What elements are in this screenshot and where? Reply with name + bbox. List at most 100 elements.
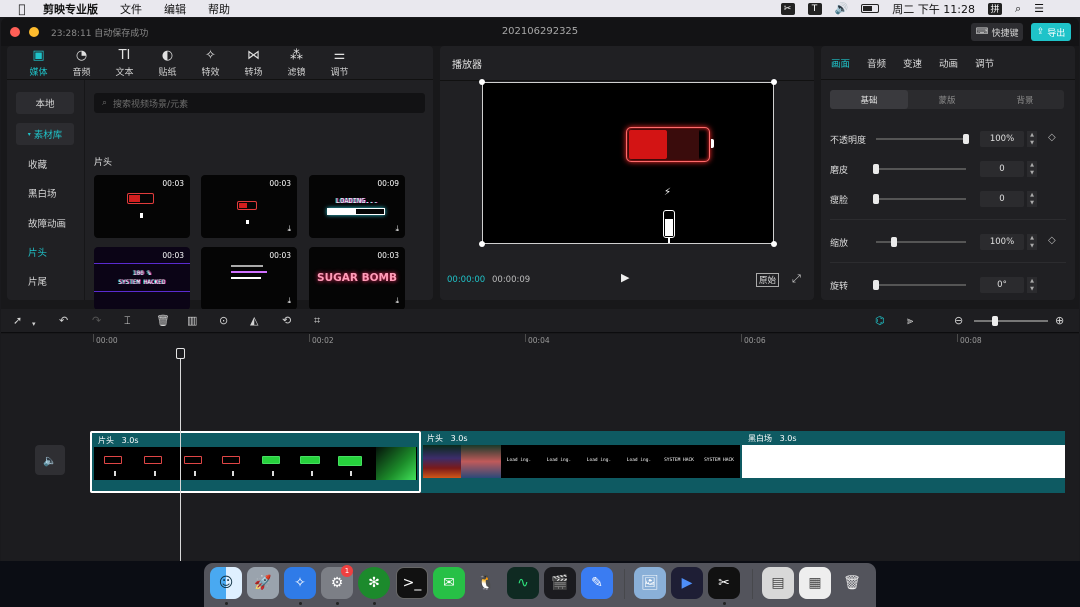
game-app-icon[interactable]: ✻	[358, 567, 390, 599]
menu-edit[interactable]: 编辑	[164, 1, 186, 17]
tab-effects[interactable]: ✧ 特效	[189, 46, 232, 80]
tab-audio[interactable]: ◔ 音频	[60, 46, 103, 80]
smooth-stepper[interactable]: ▲ ▼	[1027, 161, 1037, 177]
tab-adjust-props[interactable]: 调节	[975, 56, 994, 70]
subtab-background[interactable]: 背景	[986, 90, 1064, 109]
resize-handle[interactable]	[479, 79, 485, 85]
shortcut-button[interactable]: ⌨ 快捷键	[971, 23, 1023, 41]
download-icon[interactable]: ⤓	[395, 296, 399, 306]
scale-slider-knob[interactable]	[891, 237, 897, 247]
snap-icon[interactable]: ⌬	[875, 314, 885, 328]
tab-text[interactable]: TI 文本	[103, 46, 146, 80]
trash-icon[interactable]: 🗑	[836, 567, 868, 599]
tab-animation[interactable]: 动画	[939, 56, 958, 70]
timeline[interactable]: 00:00 00:02 00:04 00:06 00:08 🔈 片头 3.0s …	[1, 334, 1079, 561]
preview-icon[interactable]: 🖼	[634, 567, 666, 599]
reverse-icon[interactable]: ⊙	[219, 314, 228, 328]
slim-slider[interactable]	[876, 198, 966, 200]
rotate-slider[interactable]	[876, 284, 966, 286]
apple-menu-icon[interactable]: 	[13, 0, 31, 17]
play-icon[interactable]: ▶	[621, 271, 629, 284]
asset-thumbnail[interactable]: 00:03	[94, 175, 190, 238]
control-center-icon[interactable]: ☰	[1034, 2, 1044, 15]
tab-adjust[interactable]: ⚌ 调节	[318, 46, 361, 80]
opacity-slider-knob[interactable]	[963, 134, 969, 144]
zoom-slider-knob[interactable]	[992, 316, 998, 326]
menu-help[interactable]: 帮助	[208, 1, 230, 17]
launchpad-icon[interactable]: 🚀	[247, 567, 279, 599]
delete-icon[interactable]: 🗑	[156, 314, 170, 328]
sidebar-item-outro[interactable]: 片尾	[16, 270, 74, 292]
rotate-value[interactable]: 0°	[980, 277, 1024, 293]
scale-slider[interactable]	[876, 241, 966, 243]
chevron-down-icon[interactable]: ▾	[32, 317, 36, 331]
timeline-clip[interactable]: 片头 3.0s	[90, 431, 421, 493]
asset-thumbnail[interactable]: 00:03 SUGAR BOMB ⤓	[309, 247, 405, 310]
mirror-icon[interactable]: ◭	[250, 314, 258, 328]
spotlight-icon[interactable]: ⌕	[1015, 2, 1021, 16]
rotate-icon[interactable]: ⟲	[282, 314, 291, 328]
preview-canvas[interactable]: ⚡	[479, 79, 777, 247]
battery-icon[interactable]	[861, 4, 880, 13]
asset-thumbnail[interactable]: 00:09 LOADING... ⤓	[309, 175, 405, 238]
document-icon[interactable]: ▤	[762, 567, 794, 599]
tab-media[interactable]: ▣ 媒体	[17, 46, 60, 80]
aspect-ratio-button[interactable]: 原始	[756, 273, 780, 287]
finder-icon[interactable]: ☺	[210, 567, 242, 599]
crop-icon[interactable]: ⌗	[314, 314, 320, 328]
menu-app-name[interactable]: 剪映专业版	[43, 1, 98, 17]
download-icon[interactable]: ⤓	[395, 224, 399, 234]
smooth-value[interactable]: 0	[980, 161, 1024, 177]
opacity-value[interactable]: 100%	[980, 131, 1024, 147]
video-player-icon[interactable]: ▶	[671, 567, 703, 599]
editor-app-icon[interactable]: ✎	[581, 567, 613, 599]
capcut-status-icon[interactable]: ✂	[780, 2, 795, 15]
smooth-slider-knob[interactable]	[873, 164, 879, 174]
undo-icon[interactable]: ↶	[59, 314, 68, 328]
sidebar-item-intro[interactable]: 片头	[16, 241, 74, 263]
downloads-folder-icon[interactable]: ▦	[799, 567, 831, 599]
export-button[interactable]: ⇪ 导出	[1031, 23, 1071, 41]
tab-audio-props[interactable]: 音频	[867, 56, 886, 70]
preview-axis-icon[interactable]: ⫸	[907, 314, 913, 328]
clock[interactable]: 周二 下午 11:28	[892, 1, 975, 17]
playhead-handle[interactable]	[176, 348, 185, 359]
playhead[interactable]	[180, 350, 181, 561]
safari-icon[interactable]: ✧	[284, 567, 316, 599]
asset-thumbnail[interactable]: 00:03 100 % SYSTEM HACKED	[94, 247, 190, 310]
terminal-icon[interactable]: >_	[396, 567, 428, 599]
sidebar-item-black-white[interactable]: 黑白场	[16, 182, 74, 204]
qq-icon[interactable]: 🐧	[470, 567, 502, 599]
rotate-stepper[interactable]: ▲ ▼	[1027, 277, 1037, 293]
freeze-icon[interactable]: ▥	[187, 314, 197, 328]
resize-handle[interactable]	[771, 79, 777, 85]
sidebar-item-glitch[interactable]: 故障动画	[16, 212, 74, 234]
sidebar-item-favorites[interactable]: 收藏	[16, 153, 74, 175]
typora-status-icon[interactable]: T	[807, 2, 822, 15]
keyframe-icon[interactable]: ◇	[1048, 235, 1056, 246]
tab-picture[interactable]: 画面	[831, 56, 850, 70]
asset-thumbnail[interactable]: 00:03 ⤓	[201, 175, 297, 238]
fullscreen-icon[interactable]: ⤢	[792, 272, 801, 286]
activity-monitor-icon[interactable]: ∿	[507, 567, 539, 599]
tab-filter[interactable]: ⁂ 滤镜	[275, 46, 318, 80]
volume-icon[interactable]: 🔊	[835, 2, 849, 15]
download-icon[interactable]: ⤓	[287, 296, 291, 306]
scale-stepper[interactable]: ▲ ▼	[1027, 234, 1037, 250]
search-input[interactable]: ⌕ 搜索视频场景/元素	[94, 93, 425, 113]
opacity-slider[interactable]	[876, 138, 966, 140]
keyframe-icon[interactable]: ◇	[1048, 132, 1056, 143]
opacity-stepper[interactable]: ▲ ▼	[1027, 131, 1037, 147]
input-method-icon[interactable]: 拼	[987, 2, 1002, 15]
rotate-slider-knob[interactable]	[873, 280, 879, 290]
track-mute-button[interactable]: 🔈	[35, 445, 65, 475]
sidebar-item-library[interactable]: ▾ 素材库	[16, 123, 74, 145]
smooth-slider[interactable]	[876, 168, 966, 170]
slim-stepper[interactable]: ▲ ▼	[1027, 191, 1037, 207]
subtab-basic[interactable]: 基础	[830, 90, 908, 109]
asset-thumbnail[interactable]: 00:03 ⤓	[201, 247, 297, 310]
zoom-slider[interactable]	[974, 320, 1048, 322]
final-cut-pro-icon[interactable]: 🎬	[544, 567, 576, 599]
slim-value[interactable]: 0	[980, 191, 1024, 207]
resize-handle[interactable]	[771, 241, 777, 247]
